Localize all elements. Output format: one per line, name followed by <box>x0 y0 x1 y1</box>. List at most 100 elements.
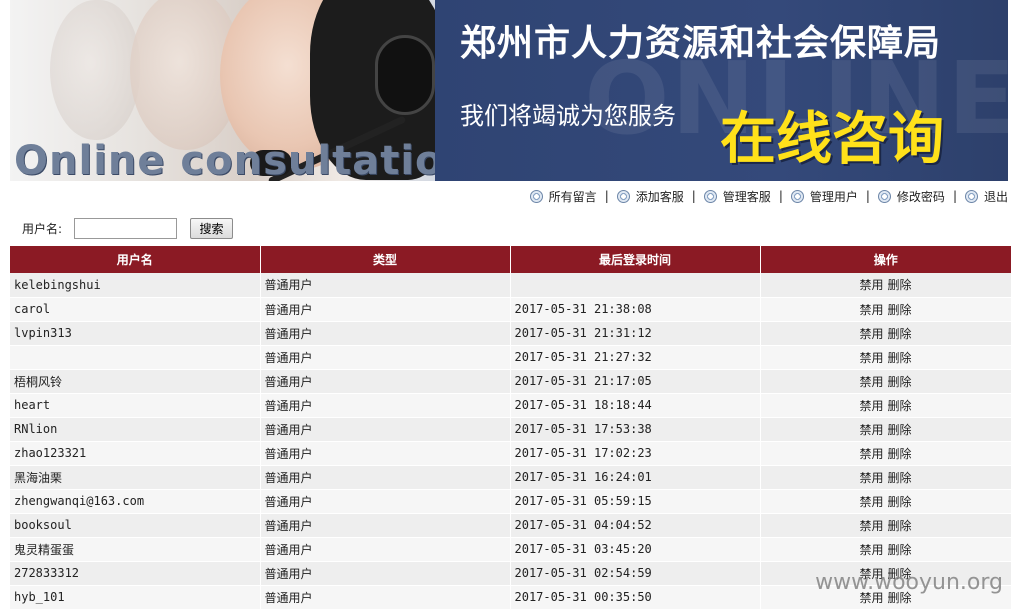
headset-icon <box>375 35 435 115</box>
column-header-username: 用户名 <box>10 246 261 273</box>
cell-actions: 禁用 删除 <box>760 417 1012 442</box>
cell-actions: 禁用 删除 <box>760 297 1012 322</box>
cell-actions: 禁用 删除 <box>760 345 1012 370</box>
delete-user-link[interactable]: 删除 <box>888 303 912 317</box>
cell-username: zhengwanqi@163.com <box>10 489 261 514</box>
cell-type: 普通用户 <box>260 369 511 394</box>
table-row: booksoul 普通用户 2017-05-31 04:04:52 禁用 删除 <box>10 513 1012 538</box>
disable-user-link[interactable]: 禁用 <box>859 519 883 533</box>
cell-actions: 禁用 删除 <box>760 513 1012 538</box>
delete-user-link[interactable]: 删除 <box>888 447 912 461</box>
cell-last-login: 2017-05-31 21:31:12 <box>510 321 761 346</box>
user-table-container: 用户名 类型 最后登录时间 操作 kelebingshui 普通用户 禁用 删除 car… <box>10 246 1012 609</box>
cell-last-login: 2017-05-31 21:27:32 <box>510 345 761 370</box>
search-button[interactable]: 搜索 <box>190 217 234 239</box>
cell-username: zhao123321 <box>10 441 261 466</box>
circle-arrow-icon <box>529 189 543 203</box>
header-banner: Online consultation ONLINE 郑州市人力资源和社会保障局… <box>10 0 1008 181</box>
delete-user-link[interactable]: 删除 <box>888 471 912 485</box>
disable-user-link[interactable]: 禁用 <box>859 399 883 413</box>
nav-all-messages[interactable]: 所有留言 <box>529 188 597 205</box>
disable-user-link[interactable]: 禁用 <box>859 423 883 437</box>
cell-username: booksoul <box>10 513 261 538</box>
cell-username <box>10 345 261 370</box>
table-row: kelebingshui 普通用户 禁用 删除 <box>10 273 1012 298</box>
cell-type: 普通用户 <box>260 273 511 298</box>
delete-user-link[interactable]: 删除 <box>888 351 912 365</box>
cell-username: hyb_101 <box>10 585 261 609</box>
cell-username: 黑海油栗 <box>10 465 261 490</box>
disable-user-link[interactable]: 禁用 <box>859 278 883 292</box>
disable-user-link[interactable]: 禁用 <box>859 303 883 317</box>
delete-user-link[interactable]: 删除 <box>888 495 912 509</box>
disable-user-link[interactable]: 禁用 <box>859 351 883 365</box>
banner-photo: Online consultation <box>10 0 472 181</box>
cell-last-login: 2017-05-31 00:35:50 <box>510 585 761 609</box>
cell-last-login: 2017-05-31 17:02:23 <box>510 441 761 466</box>
delete-user-link[interactable]: 删除 <box>888 399 912 413</box>
column-header-last-login: 最后登录时间 <box>510 246 761 273</box>
disable-user-link[interactable]: 禁用 <box>859 471 883 485</box>
delete-user-link[interactable]: 删除 <box>888 327 912 341</box>
circle-arrow-icon <box>616 189 630 203</box>
column-header-type: 类型 <box>260 246 511 273</box>
nav-add-service[interactable]: 添加客服 <box>616 188 684 205</box>
username-label: 用户名: <box>22 221 63 236</box>
cell-type: 普通用户 <box>260 537 511 562</box>
cell-type: 普通用户 <box>260 345 511 370</box>
cell-last-login: 2017-05-31 17:53:38 <box>510 417 761 442</box>
delete-user-link[interactable]: 删除 <box>888 375 912 389</box>
delete-user-link[interactable]: 删除 <box>888 278 912 292</box>
cell-type: 普通用户 <box>260 513 511 538</box>
cell-type: 普通用户 <box>260 489 511 514</box>
nav-label: 退出 <box>983 189 1008 204</box>
site-watermark: www.wooyun.org <box>815 570 1003 595</box>
cell-type: 普通用户 <box>260 297 511 322</box>
cell-type: 普通用户 <box>260 441 511 466</box>
cell-type: 普通用户 <box>260 321 511 346</box>
cell-last-login: 2017-05-31 18:18:44 <box>510 393 761 418</box>
cell-username: kelebingshui <box>10 273 261 298</box>
nav-change-password[interactable]: 修改密码 <box>877 188 945 205</box>
cell-username: 272833312 <box>10 561 261 586</box>
cell-actions: 禁用 删除 <box>760 489 1012 514</box>
disable-user-link[interactable]: 禁用 <box>859 495 883 509</box>
nav-manage-users[interactable]: 管理用户 <box>790 188 858 205</box>
cell-actions: 禁用 删除 <box>760 441 1012 466</box>
cell-username: lvpin313 <box>10 321 261 346</box>
table-row: 黑海油栗 普通用户 2017-05-31 16:24:01 禁用 删除 <box>10 465 1012 490</box>
banner-text-panel: ONLINE 郑州市人力资源和社会保障局 我们将竭诚为您服务 在线咨询 <box>435 0 1008 181</box>
disable-user-link[interactable]: 禁用 <box>859 447 883 461</box>
cell-username: carol <box>10 297 261 322</box>
cell-last-login: 2017-05-31 16:24:01 <box>510 465 761 490</box>
cell-type: 普通用户 <box>260 417 511 442</box>
banner-online-consult: 在线咨询 <box>720 107 944 172</box>
cell-actions: 禁用 删除 <box>760 393 1012 418</box>
delete-user-link[interactable]: 删除 <box>888 519 912 533</box>
circle-arrow-icon <box>877 189 891 203</box>
cell-actions: 禁用 删除 <box>760 465 1012 490</box>
table-header-row: 用户名 类型 最后登录时间 操作 <box>10 246 1011 273</box>
nav-separator: | <box>604 189 609 203</box>
top-nav: 所有留言 | 添加客服 | 管理客服 | 管理用户 | 修改密码 | 退出 <box>529 187 1008 205</box>
nav-logout[interactable]: 退出 <box>964 188 1008 205</box>
table-row: 梧桐风铃 普通用户 2017-05-31 21:17:05 禁用 删除 <box>10 369 1012 394</box>
delete-user-link[interactable]: 删除 <box>888 543 912 557</box>
disable-user-link[interactable]: 禁用 <box>859 543 883 557</box>
cell-username: RNlion <box>10 417 261 442</box>
table-row: carol 普通用户 2017-05-31 21:38:08 禁用 删除 <box>10 297 1012 322</box>
cell-actions: 禁用 删除 <box>760 321 1012 346</box>
cell-actions: 禁用 删除 <box>760 369 1012 394</box>
disable-user-link[interactable]: 禁用 <box>859 375 883 389</box>
banner-english-caption: Online consultation <box>14 138 473 181</box>
cell-actions: 禁用 删除 <box>760 537 1012 562</box>
nav-separator: | <box>952 189 957 203</box>
delete-user-link[interactable]: 删除 <box>888 423 912 437</box>
disable-user-link[interactable]: 禁用 <box>859 327 883 341</box>
nav-separator: | <box>778 189 783 203</box>
circle-arrow-icon <box>964 189 978 203</box>
username-search-input[interactable] <box>74 217 178 239</box>
nav-manage-service[interactable]: 管理客服 <box>703 188 771 205</box>
cell-last-login <box>510 273 761 298</box>
cell-type: 普通用户 <box>260 561 511 586</box>
